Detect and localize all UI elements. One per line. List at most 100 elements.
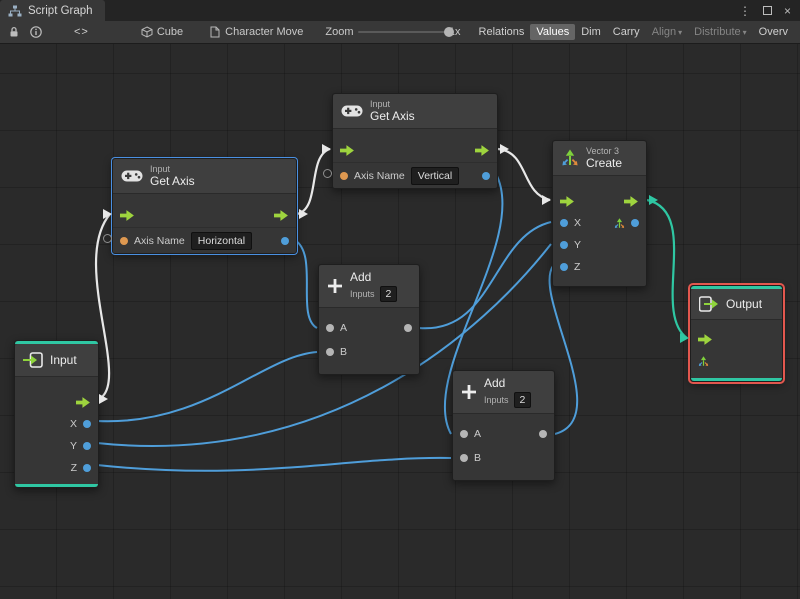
wire-data-input-z-to-addbottom-b[interactable] xyxy=(96,456,452,472)
flow-out-port[interactable] xyxy=(624,196,639,207)
values-button[interactable]: Values xyxy=(530,24,576,40)
window-menu-icon[interactable]: ⋮ xyxy=(739,5,751,17)
node-title: Get Axis xyxy=(370,109,415,123)
unity-script-graph-window: Script Graph ⋮ × <> Cube Character Move … xyxy=(0,0,800,599)
node-header[interactable]: Input xyxy=(15,344,98,377)
flow-in-port[interactable] xyxy=(120,210,135,221)
input-b-label: B xyxy=(340,346,348,358)
gamepad-icon xyxy=(341,104,363,118)
node-title: Add xyxy=(484,376,506,390)
tab-title: Script Graph xyxy=(28,4,93,17)
node-title: Get Axis xyxy=(150,174,195,188)
axis-name-field[interactable]: Horizontal xyxy=(190,231,253,250)
node-title: Input xyxy=(50,353,77,367)
x-label: X xyxy=(574,217,582,229)
node-header[interactable]: Input Get Axis xyxy=(333,94,497,129)
inputs-count-field[interactable]: 2 xyxy=(379,286,398,302)
info-icon[interactable] xyxy=(30,26,42,38)
unconnected-port-ring[interactable] xyxy=(323,169,332,178)
node-kind-label: Input xyxy=(150,164,171,174)
flow-out-port[interactable] xyxy=(475,145,490,156)
lock-icon[interactable] xyxy=(8,26,20,38)
wire-flow-getaxis-horizontal-to-vertical[interactable] xyxy=(296,147,331,216)
graph-canvas[interactable]: Input Get Axis Axis Name Horizontal Inpu… xyxy=(0,44,800,599)
y-in-port[interactable] xyxy=(560,241,568,249)
input-b-port[interactable] xyxy=(326,348,334,356)
dim-button[interactable]: Dim xyxy=(575,24,607,40)
node-title: Add xyxy=(350,270,372,284)
relations-button[interactable]: Relations xyxy=(473,24,531,40)
io-accent-bar xyxy=(15,341,98,344)
z-label: Z xyxy=(70,462,77,474)
node-header[interactable]: Input Get Axis xyxy=(113,159,296,194)
plus-icon xyxy=(327,278,343,294)
align-dropdown[interactable]: Align ▾ xyxy=(646,24,688,40)
node-graph-output[interactable]: Output xyxy=(690,285,783,382)
flow-out-port[interactable] xyxy=(76,397,91,408)
input-a-port[interactable] xyxy=(460,430,468,438)
z-out-port[interactable] xyxy=(83,464,91,472)
gamepad-icon xyxy=(121,169,143,183)
axis-name-port[interactable] xyxy=(340,171,348,180)
flow-out-port[interactable] xyxy=(274,210,289,221)
target-object-label: Cube xyxy=(156,26,184,38)
input-b-port[interactable] xyxy=(460,454,468,462)
wire-data-input-x-to-addtop-b[interactable] xyxy=(96,351,318,423)
wire-flow-vector3-to-output[interactable] xyxy=(646,198,688,339)
x-out-port[interactable] xyxy=(83,420,91,428)
zoom-label: Zoom xyxy=(325,26,354,38)
y-out-port[interactable] xyxy=(83,442,91,450)
node-header[interactable]: Add Inputs 2 xyxy=(319,265,419,308)
xyz-axes-icon xyxy=(698,356,709,367)
axis-name-field[interactable]: Vertical xyxy=(410,166,460,185)
input-b-label: B xyxy=(474,452,482,464)
unconnected-port-ring[interactable] xyxy=(103,234,112,243)
value-out-port[interactable] xyxy=(482,171,490,180)
zoom-slider-handle[interactable] xyxy=(443,27,454,37)
node-header[interactable]: Vector 3 Create xyxy=(553,141,646,176)
vector3-icon xyxy=(561,149,579,167)
axis-name-port[interactable] xyxy=(120,236,128,245)
target-object-button[interactable]: Cube xyxy=(141,26,183,38)
carry-button[interactable]: Carry xyxy=(607,24,646,40)
align-label: Align xyxy=(651,26,677,38)
xyz-axes-icon xyxy=(614,218,625,229)
script-icon xyxy=(209,26,221,38)
input-a-port[interactable] xyxy=(326,324,334,332)
inputs-label: Inputs xyxy=(350,289,375,299)
value-out-port[interactable] xyxy=(281,236,289,245)
overview-button[interactable]: Overv xyxy=(753,24,794,40)
cube-icon xyxy=(141,26,153,38)
node-add-top[interactable]: Add Inputs 2 A B xyxy=(318,264,420,375)
wire-flow-getaxis-vertical-to-vector3[interactable] xyxy=(497,147,551,202)
sum-out-port[interactable] xyxy=(404,324,412,332)
x-in-port[interactable] xyxy=(560,219,568,227)
node-vector3-create[interactable]: Vector 3 Create X Y Z xyxy=(552,140,647,287)
code-view-button[interactable]: <> xyxy=(68,24,95,40)
window-maximize-icon[interactable] xyxy=(762,6,772,15)
window-close-icon[interactable]: × xyxy=(784,5,791,17)
chevron-down-icon: ▾ xyxy=(742,28,747,37)
tab-script-graph[interactable]: Script Graph xyxy=(0,0,105,21)
flow-in-port[interactable] xyxy=(560,196,575,207)
distribute-dropdown[interactable]: Distribute ▾ xyxy=(688,24,752,40)
axis-name-label: Axis Name xyxy=(134,234,185,247)
flow-in-port[interactable] xyxy=(340,145,355,156)
node-add-bottom[interactable]: Add Inputs 2 A B xyxy=(452,370,555,481)
script-asset-button[interactable]: Character Move xyxy=(209,26,303,38)
node-get-axis-vertical[interactable]: Input Get Axis Axis Name Vertical xyxy=(332,93,498,189)
output-unit-icon xyxy=(699,296,719,312)
node-header[interactable]: Output xyxy=(691,289,782,320)
vector-out-port[interactable] xyxy=(631,219,639,227)
node-get-axis-horizontal[interactable]: Input Get Axis Axis Name Horizontal xyxy=(112,158,297,254)
axis-name-label: Axis Name xyxy=(354,169,405,182)
z-in-port[interactable] xyxy=(560,263,568,271)
zoom-slider[interactable] xyxy=(357,27,454,37)
node-graph-input[interactable]: Input X Y Z xyxy=(14,340,99,488)
node-header[interactable]: Add Inputs 2 xyxy=(453,371,554,414)
flow-in-port[interactable] xyxy=(698,334,713,345)
inputs-count-field[interactable]: 2 xyxy=(513,392,532,408)
y-label: Y xyxy=(574,239,582,251)
sum-out-port[interactable] xyxy=(539,430,547,438)
io-accent-bar xyxy=(691,378,782,381)
